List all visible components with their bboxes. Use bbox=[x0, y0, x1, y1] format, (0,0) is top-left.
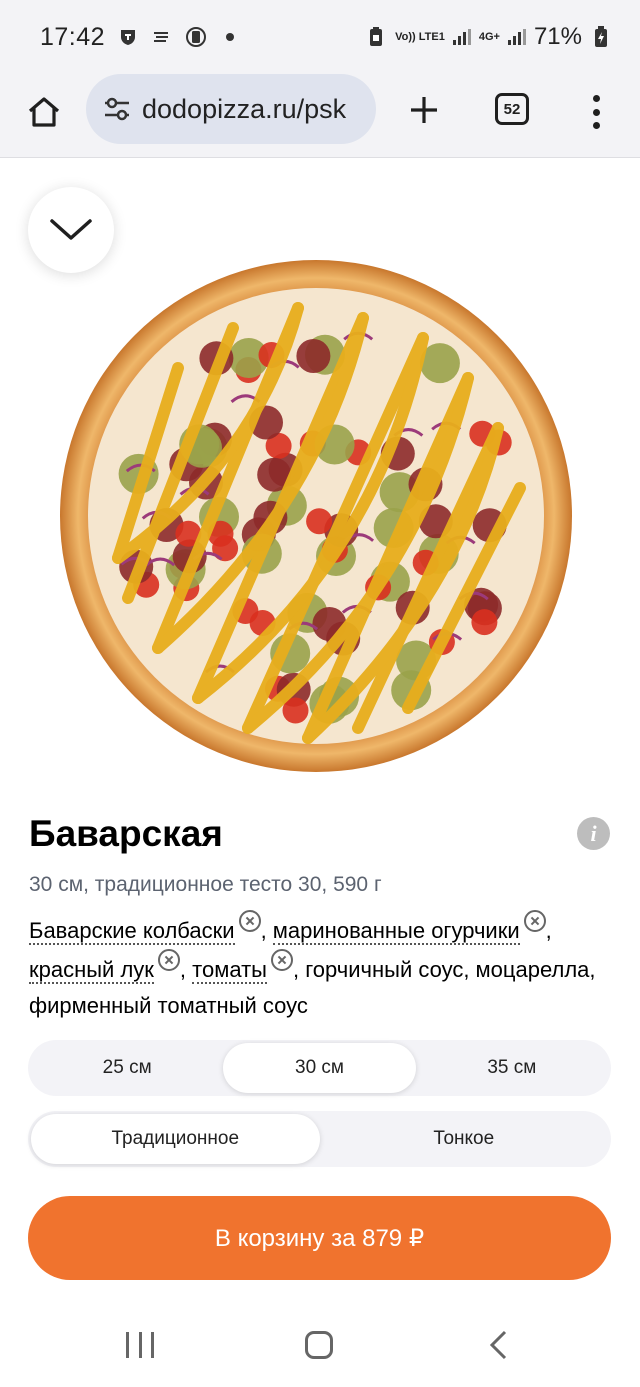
size-selector: 25 см 30 см 35 см bbox=[28, 1040, 611, 1096]
network-type-2: 4G+ bbox=[478, 30, 500, 43]
site-settings-icon bbox=[105, 97, 129, 121]
new-tab-button[interactable] bbox=[404, 90, 444, 130]
status-time: 17:42 bbox=[40, 22, 106, 51]
battery-percent: 71% bbox=[533, 23, 582, 50]
remove-ingredient-icon[interactable] bbox=[157, 949, 180, 971]
chevron-down-icon bbox=[50, 219, 92, 240]
signal-1-icon bbox=[452, 29, 471, 45]
dough-option-thin[interactable]: Тонкое bbox=[320, 1114, 609, 1164]
ingredient-pickles[interactable]: маринованные огурчики bbox=[272, 918, 520, 945]
add-to-cart-button[interactable]: В корзину за 879 ₽ bbox=[28, 1196, 611, 1280]
remove-ingredient-icon[interactable] bbox=[523, 910, 546, 932]
size-option-35[interactable]: 35 см bbox=[416, 1043, 608, 1093]
network-type-1: Vo)) LTE1 bbox=[395, 30, 445, 43]
tab-switcher-button[interactable]: 52 bbox=[495, 93, 529, 125]
battery-saver-icon bbox=[365, 26, 387, 48]
product-title: Баварская bbox=[29, 813, 223, 854]
dough-selector: Традиционное Тонкое bbox=[28, 1111, 611, 1167]
size-option-25[interactable]: 25 см bbox=[31, 1043, 223, 1093]
back-button[interactable] bbox=[488, 1330, 510, 1360]
status-bar: 17:42 Vo)) LTE1 4G+ 71% bbox=[0, 0, 640, 74]
browser-toolbar: dodopizza.ru/psk 52 bbox=[0, 74, 640, 158]
signal-2-icon bbox=[507, 29, 526, 45]
url-text: dodopizza.ru/psk bbox=[142, 93, 347, 124]
battery-icon bbox=[590, 26, 612, 48]
sim-notification-icon bbox=[185, 26, 207, 48]
ingredient-sausages[interactable]: Баварские колбаски bbox=[29, 918, 235, 945]
system-navigation-bar bbox=[0, 1300, 640, 1387]
ingredient-tomatoes[interactable]: томаты bbox=[192, 957, 267, 984]
plus-icon bbox=[411, 97, 437, 123]
address-bar[interactable]: dodopizza.ru/psk bbox=[86, 74, 376, 144]
home-icon bbox=[28, 97, 60, 127]
size-option-30[interactable]: 30 см bbox=[223, 1043, 416, 1093]
message-notification-icon bbox=[151, 26, 173, 48]
product-meta: 30 см, традиционное тесто 30, 590 г bbox=[29, 873, 382, 896]
remove-ingredient-icon[interactable] bbox=[271, 949, 293, 971]
ingredients: Баварские колбаски, маринованные огурчик… bbox=[29, 910, 619, 1024]
home-button[interactable] bbox=[22, 90, 66, 134]
home-nav-button[interactable] bbox=[305, 1331, 333, 1359]
ingredient-red-onion[interactable]: красный лук bbox=[29, 957, 154, 984]
info-button[interactable]: i bbox=[577, 817, 610, 850]
browser-menu-button[interactable] bbox=[584, 92, 608, 132]
dough-option-traditional[interactable]: Традиционное bbox=[31, 1114, 320, 1164]
pizza-image bbox=[60, 260, 572, 772]
remove-ingredient-icon[interactable] bbox=[238, 910, 261, 932]
recents-button[interactable] bbox=[126, 1332, 154, 1358]
shield-notification-icon bbox=[117, 26, 139, 48]
more-notifications-dot-icon bbox=[219, 26, 241, 48]
